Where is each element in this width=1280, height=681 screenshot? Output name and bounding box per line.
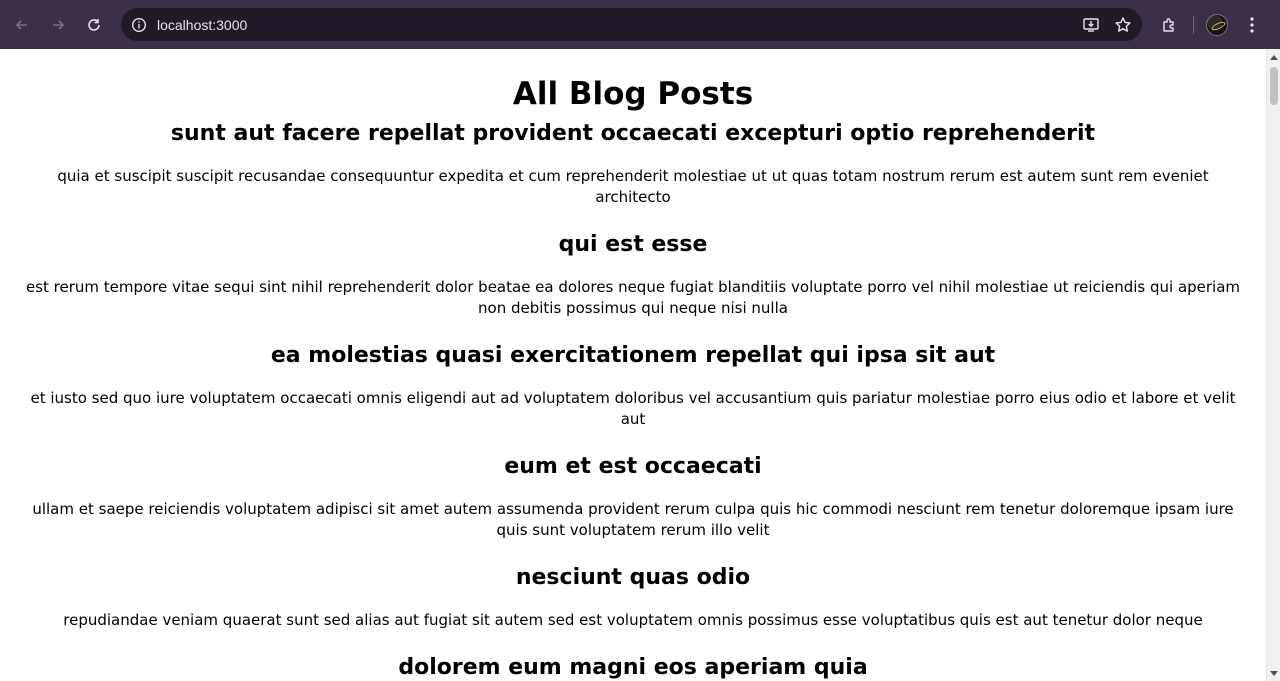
post-title: nesciunt quas odio — [515, 565, 751, 590]
bookmark-star-icon[interactable] — [1114, 16, 1132, 34]
scrollbar-thumb[interactable] — [1270, 67, 1278, 105]
browser-toolbar: localhost:3000 — [0, 0, 1280, 49]
post-title: sunt aut facere repellat provident occae… — [170, 121, 1096, 146]
blog-post: dolorem eum magni eos aperiam quia — [22, 654, 1244, 681]
page-viewport: All Blog Posts sunt aut facere repellat … — [0, 49, 1266, 681]
back-button[interactable] — [8, 11, 36, 39]
vertical-scrollbar[interactable] — [1266, 49, 1280, 681]
toolbar-divider — [1193, 15, 1194, 34]
address-bar[interactable]: localhost:3000 — [121, 8, 1142, 41]
post-title: qui est esse — [558, 232, 708, 257]
install-app-icon[interactable] — [1082, 16, 1100, 34]
scroll-up-arrow-icon[interactable] — [1270, 55, 1278, 60]
reload-button[interactable] — [80, 11, 108, 39]
arrow-left-icon — [15, 19, 27, 30]
forward-button[interactable] — [44, 11, 72, 39]
site-info-icon[interactable] — [130, 16, 148, 34]
page-title: All Blog Posts — [512, 76, 754, 112]
extensions-icon[interactable] — [1155, 11, 1183, 39]
arrow-right-icon — [53, 19, 65, 30]
blog-post: qui est esse est rerum tempore vitae seq… — [22, 231, 1244, 319]
post-title: eum et est occaecati — [504, 454, 762, 479]
post-body: repudiandae veniam quaerat sunt sed alia… — [63, 611, 1203, 629]
post-body: et iusto sed quo iure voluptatem occaeca… — [30, 389, 1236, 428]
reload-icon — [88, 18, 100, 31]
post-title: dolorem eum magni eos aperiam quia — [398, 655, 868, 680]
url-text[interactable]: localhost:3000 — [157, 17, 247, 33]
blog-post: eum et est occaecati ullam et saepe reic… — [22, 453, 1244, 541]
blog-post: sunt aut facere repellat provident occae… — [22, 120, 1244, 208]
profile-avatar[interactable] — [1206, 13, 1228, 36]
post-body: quia et suscipit suscipit recusandae con… — [57, 167, 1209, 206]
post-title: ea molestias quasi exercitationem repell… — [270, 343, 996, 368]
post-body: est rerum tempore vitae sequi sint nihil… — [25, 278, 1241, 317]
blog-post: ea molestias quasi exercitationem repell… — [22, 342, 1244, 430]
more-menu-icon[interactable] — [1240, 11, 1264, 39]
scroll-down-arrow-icon[interactable] — [1270, 671, 1278, 676]
blog-post: nesciunt quas odio repudiandae veniam qu… — [22, 564, 1244, 631]
blog-content: All Blog Posts sunt aut facere repellat … — [0, 75, 1266, 681]
post-body: ullam et saepe reiciendis voluptatem adi… — [32, 500, 1234, 539]
